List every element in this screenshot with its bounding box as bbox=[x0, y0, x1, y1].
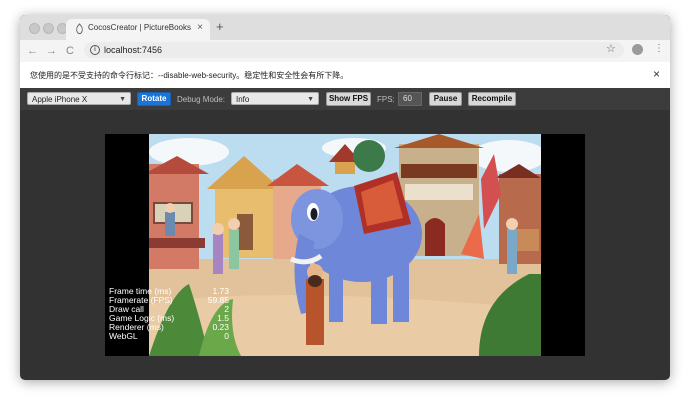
stat-row: WebGL 0 bbox=[109, 332, 229, 341]
recompile-button[interactable]: Recompile bbox=[468, 92, 516, 106]
debug-mode-label: Debug Mode: bbox=[177, 95, 226, 104]
cocos-tab-icon bbox=[76, 23, 83, 35]
pause-button[interactable]: Pause bbox=[429, 92, 462, 106]
close-icon[interactable]: × bbox=[653, 68, 660, 80]
device-select-value: Apple iPhone X bbox=[32, 95, 88, 104]
preview-toolbar: Apple iPhone X ▼ Rotate Debug Mode: Info… bbox=[20, 88, 670, 110]
new-tab-button[interactable]: + bbox=[216, 20, 224, 33]
back-arrow-icon[interactable]: ← bbox=[27, 44, 38, 58]
debug-stats: Frame time (ms) 1.73 Framerate (FPS) 59.… bbox=[109, 287, 229, 341]
device-select[interactable]: Apple iPhone X ▼ bbox=[27, 92, 131, 105]
stat-label: WebGL bbox=[109, 331, 138, 341]
chevron-down-icon: ▼ bbox=[307, 96, 314, 103]
chevron-down-icon: ▼ bbox=[119, 96, 126, 103]
debug-mode-value: Info bbox=[236, 95, 250, 104]
rotate-button[interactable]: Rotate bbox=[137, 92, 171, 106]
warning-message: 您使用的是不受支持的命令行标记：--disable-web-security。稳… bbox=[30, 71, 349, 80]
info-icon[interactable]: i bbox=[90, 45, 100, 55]
fps-input[interactable]: 60 bbox=[398, 92, 422, 106]
address-bar[interactable]: i localhost:7456 bbox=[84, 42, 624, 58]
url-text[interactable]: localhost:7456 bbox=[104, 45, 162, 55]
warning-infobar: 您使用的是不受支持的命令行标记：--disable-web-security。稳… bbox=[20, 62, 670, 89]
browser-window: CocosCreator | PictureBooks × + ← → C i … bbox=[20, 15, 670, 380]
tab-close-icon[interactable]: × bbox=[197, 22, 203, 34]
game-canvas[interactable]: Frame time (ms) 1.73 Framerate (FPS) 59.… bbox=[105, 134, 585, 356]
reload-icon[interactable]: C bbox=[66, 44, 74, 58]
stat-value: 0 bbox=[224, 331, 229, 341]
debug-mode-select[interactable]: Info ▼ bbox=[231, 92, 319, 105]
profile-icon[interactable] bbox=[632, 44, 643, 55]
tab-title: CocosCreator | PictureBooks bbox=[88, 23, 192, 32]
star-icon[interactable]: ☆ bbox=[606, 43, 616, 55]
show-fps-button[interactable]: Show FPS bbox=[326, 92, 371, 106]
title-bar: CocosCreator | PictureBooks × + bbox=[20, 15, 670, 40]
close-window-button[interactable] bbox=[29, 23, 40, 34]
forward-arrow-icon[interactable]: → bbox=[46, 44, 57, 58]
browser-tab[interactable]: CocosCreator | PictureBooks × bbox=[66, 19, 210, 40]
fps-label: FPS: bbox=[377, 95, 395, 104]
minimize-window-button[interactable] bbox=[43, 23, 54, 34]
browser-toolbar: ← → C i localhost:7456 ☆ ⋮ bbox=[20, 40, 670, 62]
menu-icon[interactable]: ⋮ bbox=[654, 43, 664, 55]
